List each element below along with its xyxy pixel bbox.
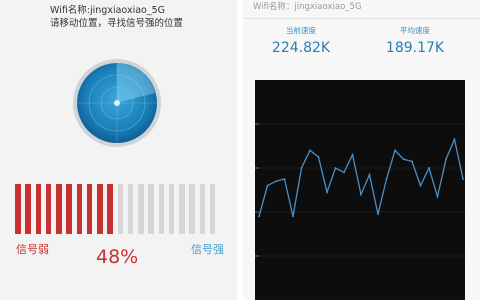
wifi-name: Wifi名称:jingxiaoxiao_5G (50, 5, 165, 16)
signal-bar (97, 184, 103, 234)
speed-data-point (351, 153, 354, 156)
speed-data-point (283, 178, 286, 180)
signal-finder-panel: Wifi名称:jingxiaoxiao_5G 请移动位置，寻找信号强的位置 信号… (0, 0, 237, 300)
current-speed-label: 当前速度 (286, 26, 316, 35)
signal-bar (25, 184, 31, 234)
signal-bar (199, 184, 205, 234)
speed-chart (255, 80, 465, 300)
signal-bar (15, 184, 21, 234)
current-speed-value: 224.82K (271, 40, 331, 56)
speed-data-point (258, 215, 260, 218)
signal-bar (66, 184, 72, 234)
speed-data-point (385, 178, 388, 180)
signal-bar (209, 184, 216, 234)
signal-bar (148, 184, 154, 234)
speed-data-point (453, 138, 456, 141)
speed-panel: Wifi名称：jingxiaoxiao_5G 当前速度 224.82K 平均速度… (243, 0, 480, 300)
speed-data-point (275, 180, 277, 183)
signal-bar (158, 184, 164, 234)
signal-strength-bars (15, 184, 220, 234)
strong-signal-label: 信号强 (191, 243, 224, 256)
average-speed-label: 平均速度 (400, 26, 430, 35)
radar-icon (73, 59, 161, 147)
instruction-text: 请移动位置，寻找信号强的位置 (50, 18, 184, 29)
signal-bar (168, 184, 175, 234)
speed-data-point (411, 160, 413, 163)
speed-data-point (266, 184, 269, 187)
wifi-name-header: Wifi名称：jingxiaoxiao_5G (253, 2, 362, 12)
speed-data-point (394, 149, 396, 152)
average-speed-block: 平均速度 189.17K (365, 25, 465, 56)
signal-bar (127, 184, 134, 234)
signal-bar (45, 184, 52, 234)
speed-data-point (309, 149, 311, 152)
speed-data-point (428, 167, 430, 169)
signal-bar (86, 184, 93, 234)
signal-percent: 48% (96, 246, 139, 268)
speed-data-point (436, 195, 439, 198)
signal-bar (189, 184, 195, 234)
signal-bar (76, 184, 82, 234)
average-speed-value: 189.17K (385, 40, 445, 56)
signal-bar (56, 184, 62, 234)
signal-bar (35, 184, 41, 234)
speed-data-point (292, 215, 294, 218)
signal-bar (179, 184, 185, 234)
speed-data-point (377, 213, 379, 216)
speed-data-point (360, 193, 362, 196)
signal-bar (107, 184, 113, 234)
speed-data-point (445, 158, 447, 161)
speed-data-point (343, 171, 345, 174)
speed-data-point (317, 156, 320, 158)
header-divider (243, 18, 480, 19)
speed-data-point (368, 173, 371, 176)
speed-data-point (300, 167, 303, 169)
signal-bar (138, 184, 144, 234)
current-speed-block: 当前速度 224.82K (251, 25, 351, 56)
speed-data-point (402, 158, 405, 161)
speed-data-point (462, 178, 464, 180)
speed-data-point (419, 184, 422, 187)
speed-data-point (334, 167, 337, 169)
weak-signal-label: 信号弱 (16, 243, 49, 256)
speed-data-point (326, 191, 328, 194)
signal-bar (117, 184, 123, 234)
